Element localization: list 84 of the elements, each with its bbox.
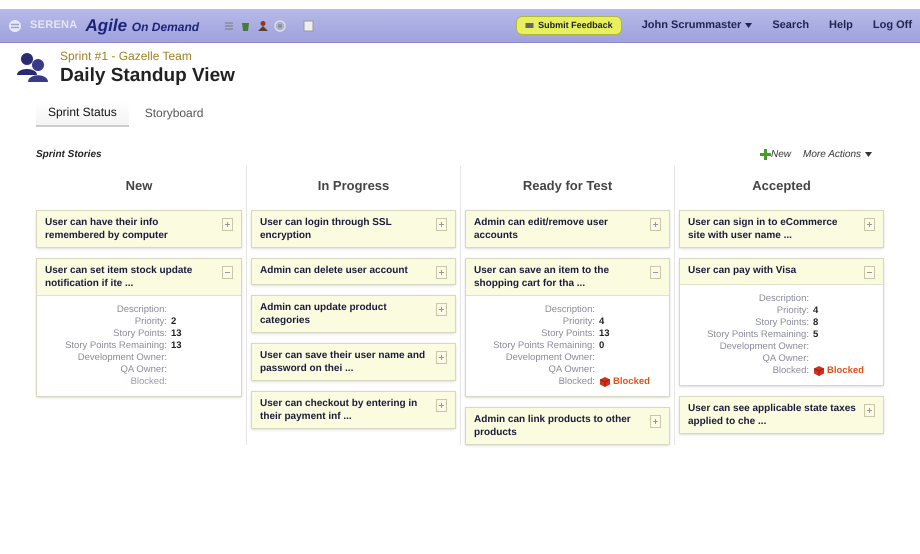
collapse-icon[interactable] (650, 266, 661, 278)
story-card[interactable]: User can set item stock update notification if ite ... Description: Priority: 2 Story Points: 13 Story Points Remaining: 13 Development Owner: QA Owner: Blocked: (36, 258, 242, 396)
nav-link[interactable]: Log Off (872, 17, 912, 34)
field-label: Story Points Remaining: (492, 340, 595, 352)
page-icon[interactable] (303, 20, 314, 32)
brand-name: SERENA (30, 18, 78, 34)
field-value: 13 (599, 328, 611, 340)
collapse-icon[interactable] (222, 266, 233, 278)
field-label: Development Owner: (718, 340, 809, 352)
new-button[interactable]: New (760, 147, 792, 162)
story-card[interactable]: User can sign in to eCommerce site with user name ... (679, 210, 884, 248)
plus-icon (760, 149, 771, 160)
field-label: Description: (758, 292, 809, 304)
field-label: Blocked: (772, 364, 809, 376)
field-label: Story Points: (112, 328, 167, 340)
field-label: Development Owner: (76, 352, 167, 364)
story-card[interactable]: Admin can delete user account (251, 258, 456, 284)
field-label: Blocked: (130, 376, 167, 388)
field-value: 4 (813, 304, 820, 316)
story-card[interactable]: User can save their user name and password on thei ... (251, 342, 456, 380)
list-icon[interactable] (223, 20, 236, 32)
expand-icon[interactable] (436, 302, 447, 316)
field-label: QA Owner: (548, 364, 595, 376)
expand-icon[interactable] (864, 404, 875, 416)
column-header: Accepted (751, 177, 812, 195)
field-label: Priority: (562, 316, 595, 328)
expand-icon[interactable] (650, 414, 661, 428)
people-icon[interactable] (257, 20, 270, 32)
target-icon[interactable] (274, 20, 286, 32)
page-title: Daily Standup View (60, 65, 235, 87)
field-value: 13 (171, 328, 183, 340)
field-value: 4 (599, 316, 606, 328)
story-card[interactable]: User can have their info remembered by computer (36, 210, 242, 248)
story-card[interactable]: Admin can link products to other products (465, 406, 670, 444)
caret-icon (865, 152, 872, 157)
field-label: Description: (544, 304, 595, 316)
sprint-name: Sprint #1 - Gazelle Team (60, 48, 193, 65)
blocked-badge: Blocked (813, 364, 875, 376)
nav-link[interactable]: Help (829, 17, 853, 34)
user-menu[interactable]: John Scrummaster (642, 17, 752, 34)
field-label: Priority: (776, 304, 809, 316)
expand-icon[interactable] (436, 266, 447, 278)
field-value: 5 (813, 328, 820, 340)
story-card[interactable]: User can pay with Visa Description: Priority: 4 Story Points: 8 Story Points Remaining: 5 Development Owner: QA Owner: Blocked: Blocked (679, 258, 884, 386)
column-header: Ready for Test (522, 177, 614, 195)
field-value: 13 (171, 340, 183, 352)
story-card[interactable]: Admin can edit/remove user accounts (465, 210, 670, 248)
expand-icon[interactable] (436, 350, 447, 364)
story-card[interactable]: User can checkout by entering in their payment inf ... (251, 390, 456, 428)
section-title: Sprint Stories (36, 148, 102, 162)
field-label: Description: (116, 304, 167, 316)
field-label: Story Points Remaining: (64, 340, 167, 352)
collapse-icon[interactable] (864, 266, 875, 278)
feedback-button[interactable]: Submit Feedback (516, 16, 622, 36)
expand-icon[interactable] (436, 218, 447, 230)
caret-icon (745, 23, 752, 28)
expand-icon[interactable] (222, 218, 233, 230)
logo-icon (8, 18, 22, 32)
product-name: Agile On Demand (86, 14, 200, 37)
expand-icon[interactable] (436, 398, 447, 412)
field-value: 0 (599, 340, 606, 352)
field-value: 2 (171, 316, 178, 328)
field-label: QA Owner: (762, 352, 809, 364)
field-label: Blocked: (558, 376, 595, 388)
column-header: New (124, 177, 154, 195)
column-header: In Progress (316, 177, 390, 195)
nav-link[interactable]: Search (772, 17, 810, 34)
story-card[interactable]: Admin can update product categories (251, 294, 456, 332)
message-icon (525, 22, 534, 30)
expand-icon[interactable] (650, 218, 661, 230)
story-card[interactable]: User can see applicable state taxes applied to che ... (679, 396, 884, 434)
field-label: Story Points Remaining: (706, 328, 809, 340)
story-card[interactable]: User can save an item to the shopping cart for tha ... Description: Priority: 4 Story Points: 13 Story Points Remaining: 0 Development Owner: QA Owner: Blocked: Blocked (465, 258, 670, 396)
field-label: Priority: (134, 316, 167, 328)
more-actions-menu[interactable]: More Actions (803, 147, 872, 162)
tab[interactable]: Storyboard (132, 99, 216, 127)
field-label: Story Points: (540, 328, 595, 340)
field-label: Story Points: (754, 316, 809, 328)
expand-icon[interactable] (864, 218, 875, 230)
blocked-badge: Blocked (599, 376, 661, 388)
field-value: 8 (813, 316, 820, 328)
field-label: Development Owner: (504, 352, 595, 364)
field-label: QA Owner: (120, 364, 167, 376)
story-card[interactable]: User can login through SSL encryption (251, 210, 456, 248)
